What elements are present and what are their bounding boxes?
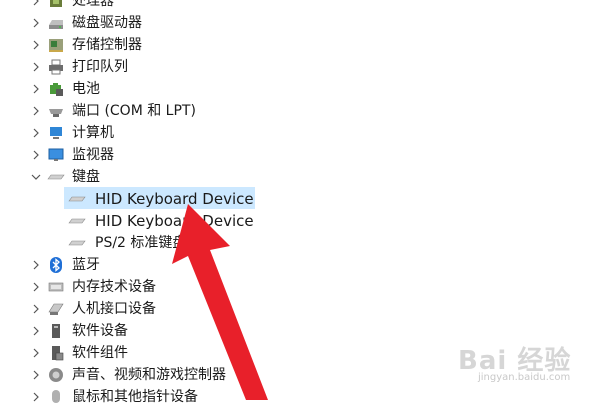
monitor-icon bbox=[47, 146, 65, 164]
tree-item-label: 蓝牙 bbox=[72, 257, 100, 273]
tree-item-label: 处理器 bbox=[72, 0, 114, 9]
tree-item-label: 打印队列 bbox=[72, 59, 128, 75]
watermark: Bai 经验 jingyan.baidu.com bbox=[452, 340, 582, 386]
chevron-right-icon[interactable] bbox=[28, 320, 44, 342]
tree-item-label: 软件设备 bbox=[72, 323, 128, 339]
chevron-right-icon[interactable] bbox=[28, 254, 44, 276]
port-icon bbox=[47, 102, 65, 120]
tree-item-label: 软件组件 bbox=[72, 345, 128, 361]
tree-item-label: 监视器 bbox=[72, 147, 114, 163]
tree-item-label: 端口 (COM 和 LPT) bbox=[72, 103, 196, 119]
chevron-right-icon[interactable] bbox=[28, 56, 44, 78]
software-device-icon bbox=[47, 322, 65, 340]
disk-drive-icon bbox=[47, 14, 65, 32]
chevron-right-icon[interactable] bbox=[28, 78, 44, 100]
chevron-right-icon[interactable] bbox=[28, 276, 44, 298]
mouse-icon bbox=[47, 388, 65, 406]
tree-item-label: PS/2 标准键盘 bbox=[95, 235, 187, 251]
tree-item-label: 声音、视频和游戏控制器 bbox=[72, 367, 226, 383]
hid-icon bbox=[47, 300, 65, 318]
chevron-right-icon[interactable] bbox=[28, 0, 44, 12]
tree-item-label: 计算机 bbox=[72, 125, 114, 141]
tree-item-label: 键盘 bbox=[72, 169, 100, 185]
watermark-url: jingyan.baidu.com bbox=[478, 372, 571, 383]
chevron-right-icon[interactable] bbox=[28, 386, 44, 408]
storage-controller-icon bbox=[47, 36, 65, 54]
computer-icon bbox=[47, 124, 65, 142]
battery-icon bbox=[47, 80, 65, 98]
chevron-right-icon[interactable] bbox=[28, 364, 44, 386]
chevron-down-icon[interactable] bbox=[28, 166, 44, 188]
keyboard-icon bbox=[68, 234, 86, 252]
keyboard-icon bbox=[68, 212, 86, 230]
chevron-right-icon[interactable] bbox=[28, 100, 44, 122]
tree-item-label: 人机接口设备 bbox=[72, 301, 156, 317]
tree-item-label: 鼠标和其他指针设备 bbox=[72, 389, 198, 405]
software-component-icon bbox=[47, 344, 65, 362]
tree-item-label: 内存技术设备 bbox=[72, 279, 156, 295]
chevron-right-icon[interactable] bbox=[28, 144, 44, 166]
bluetooth-icon bbox=[47, 256, 65, 274]
tree-item-label: 磁盘驱动器 bbox=[72, 15, 142, 31]
tree-item-label: HID Keyboard Device bbox=[95, 212, 254, 230]
speaker-icon bbox=[47, 366, 65, 384]
chevron-right-icon[interactable] bbox=[28, 298, 44, 320]
tree-item-label: HID Keyboard Device bbox=[95, 190, 254, 208]
keyboard-icon bbox=[68, 190, 86, 208]
chevron-right-icon[interactable] bbox=[28, 34, 44, 56]
chevron-right-icon[interactable] bbox=[28, 12, 44, 34]
processor-icon bbox=[47, 0, 65, 10]
memory-device-icon bbox=[47, 278, 65, 296]
printer-icon bbox=[47, 58, 65, 76]
keyboard-icon bbox=[47, 168, 65, 186]
chevron-right-icon[interactable] bbox=[28, 122, 44, 144]
tree-item-label: 存储控制器 bbox=[72, 37, 142, 53]
chevron-right-icon[interactable] bbox=[28, 342, 44, 364]
tree-item-label: 电池 bbox=[72, 81, 100, 97]
